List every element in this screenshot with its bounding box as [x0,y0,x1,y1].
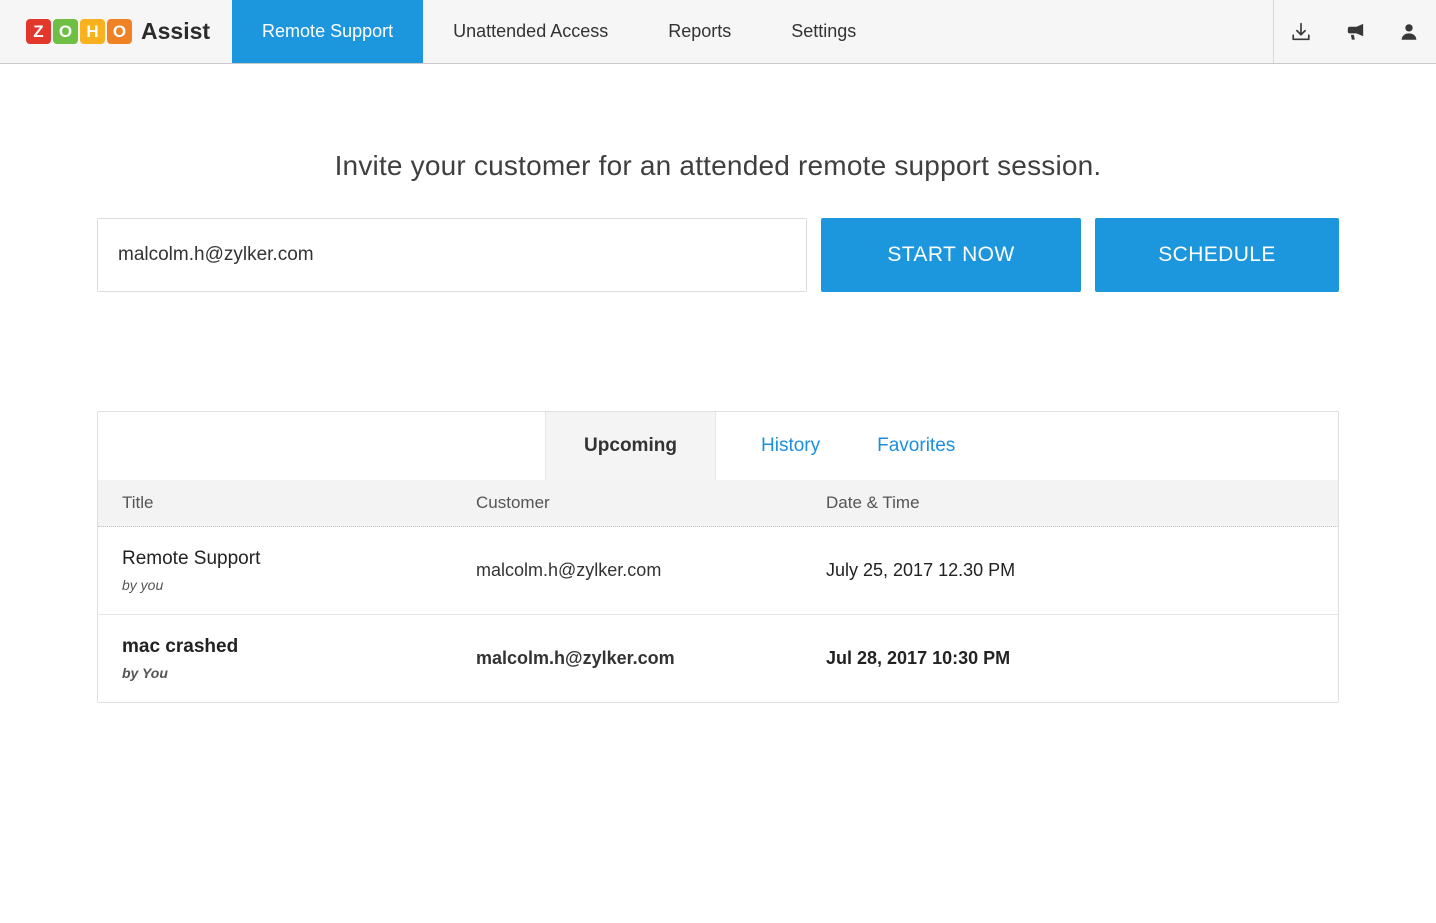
header-icon-group [1273,0,1436,63]
session-title: mac crashed [122,636,476,658]
tab-upcoming[interactable]: Upcoming [545,412,716,480]
logo-letter-o1: O [53,19,78,44]
invite-session-form: START NOW SCHEDULE [97,218,1339,292]
tab-history[interactable]: History [749,412,832,480]
session-title: Remote Support [122,548,476,570]
main-nav: Remote Support Unattended Access Reports… [232,0,886,63]
table-row[interactable]: Remote Support by you malcolm.h@zylker.c… [98,527,1338,614]
logo-letter-h: H [80,19,105,44]
tab-favorites[interactable]: Favorites [865,412,967,480]
nav-unattended-access[interactable]: Unattended Access [423,0,638,63]
session-author: by you [122,577,476,593]
session-author: by You [122,665,476,681]
column-header-title: Title [98,493,476,513]
main-content: Invite your customer for an attended rem… [97,150,1339,703]
page-title: Invite your customer for an attended rem… [97,150,1339,182]
zoho-assist-logo[interactable]: Z O H O Assist [0,0,232,63]
table-row[interactable]: mac crashed by You malcolm.h@zylker.com … [98,614,1338,702]
session-title-cell: Remote Support by you [98,548,476,593]
session-title-cell: mac crashed by You [98,636,476,681]
session-datetime: July 25, 2017 12.30 PM [826,560,1338,581]
sessions-panel: Upcoming History Favorites Title Custome… [97,411,1339,703]
nav-reports[interactable]: Reports [638,0,761,63]
table-header-row: Title Customer Date & Time [98,480,1338,527]
logo-letter-z: Z [26,19,51,44]
customer-email-input[interactable] [97,218,807,292]
tab-spacer [98,412,545,480]
schedule-button[interactable]: SCHEDULE [1095,218,1339,292]
product-name: Assist [141,18,210,45]
nav-settings[interactable]: Settings [761,0,886,63]
nav-remote-support[interactable]: Remote Support [232,0,423,63]
session-datetime: Jul 28, 2017 10:30 PM [826,648,1338,669]
column-header-customer: Customer [476,493,826,513]
top-header: Z O H O Assist Remote Support Unattended… [0,0,1436,64]
user-icon[interactable] [1382,0,1436,63]
sessions-tabs: Upcoming History Favorites [98,412,1338,480]
start-now-button[interactable]: START NOW [821,218,1081,292]
download-icon[interactable] [1274,0,1328,63]
session-customer: malcolm.h@zylker.com [476,560,826,581]
session-customer: malcolm.h@zylker.com [476,648,826,669]
column-header-datetime: Date & Time [826,493,1338,513]
logo-letter-o2: O [107,19,132,44]
announcement-icon[interactable] [1328,0,1382,63]
